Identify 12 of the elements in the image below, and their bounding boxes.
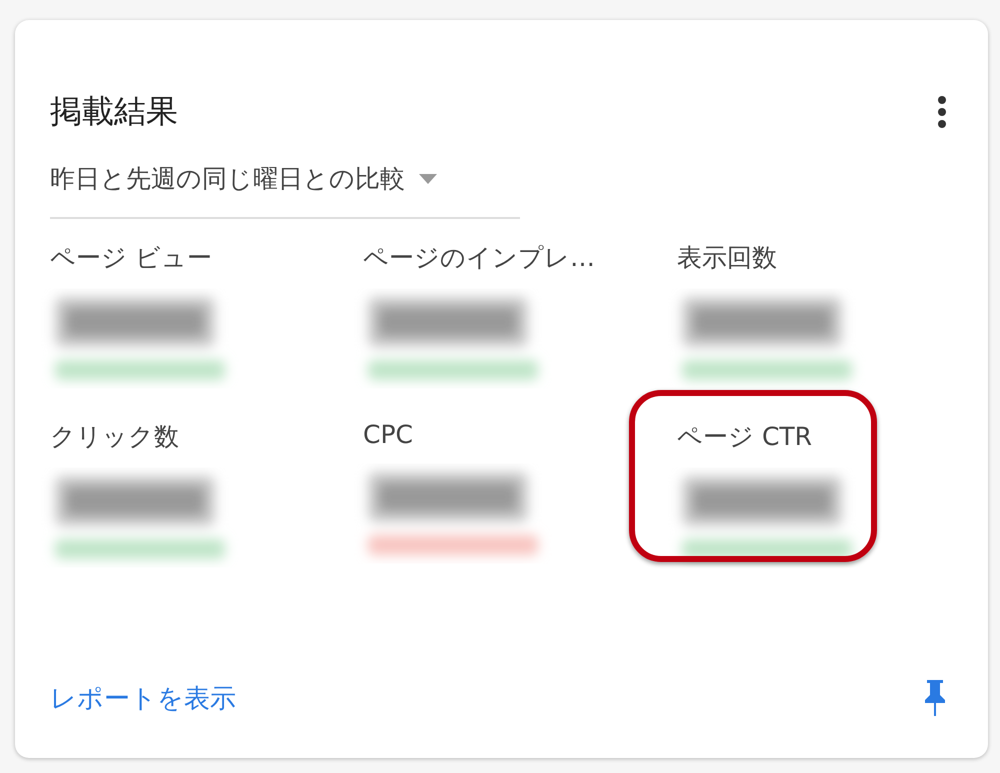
metric-label: ページのインプレ…	[363, 242, 595, 274]
pin-icon[interactable]	[922, 678, 948, 718]
more-icon[interactable]	[936, 94, 948, 130]
metric-label: ページ ビュー	[50, 242, 212, 274]
metric-label: ページ CTR	[677, 421, 812, 453]
card-title: 掲載結果	[50, 91, 178, 132]
comparison-dropdown[interactable]: 昨日と先週の同じ曜日との比較	[50, 162, 520, 219]
metric-label: CPC	[363, 420, 413, 449]
metric-label: クリック数	[50, 421, 179, 453]
metric-label: 表示回数	[677, 242, 777, 274]
view-report-link[interactable]: レポートを表示	[50, 680, 236, 716]
caret-icon	[419, 174, 437, 184]
